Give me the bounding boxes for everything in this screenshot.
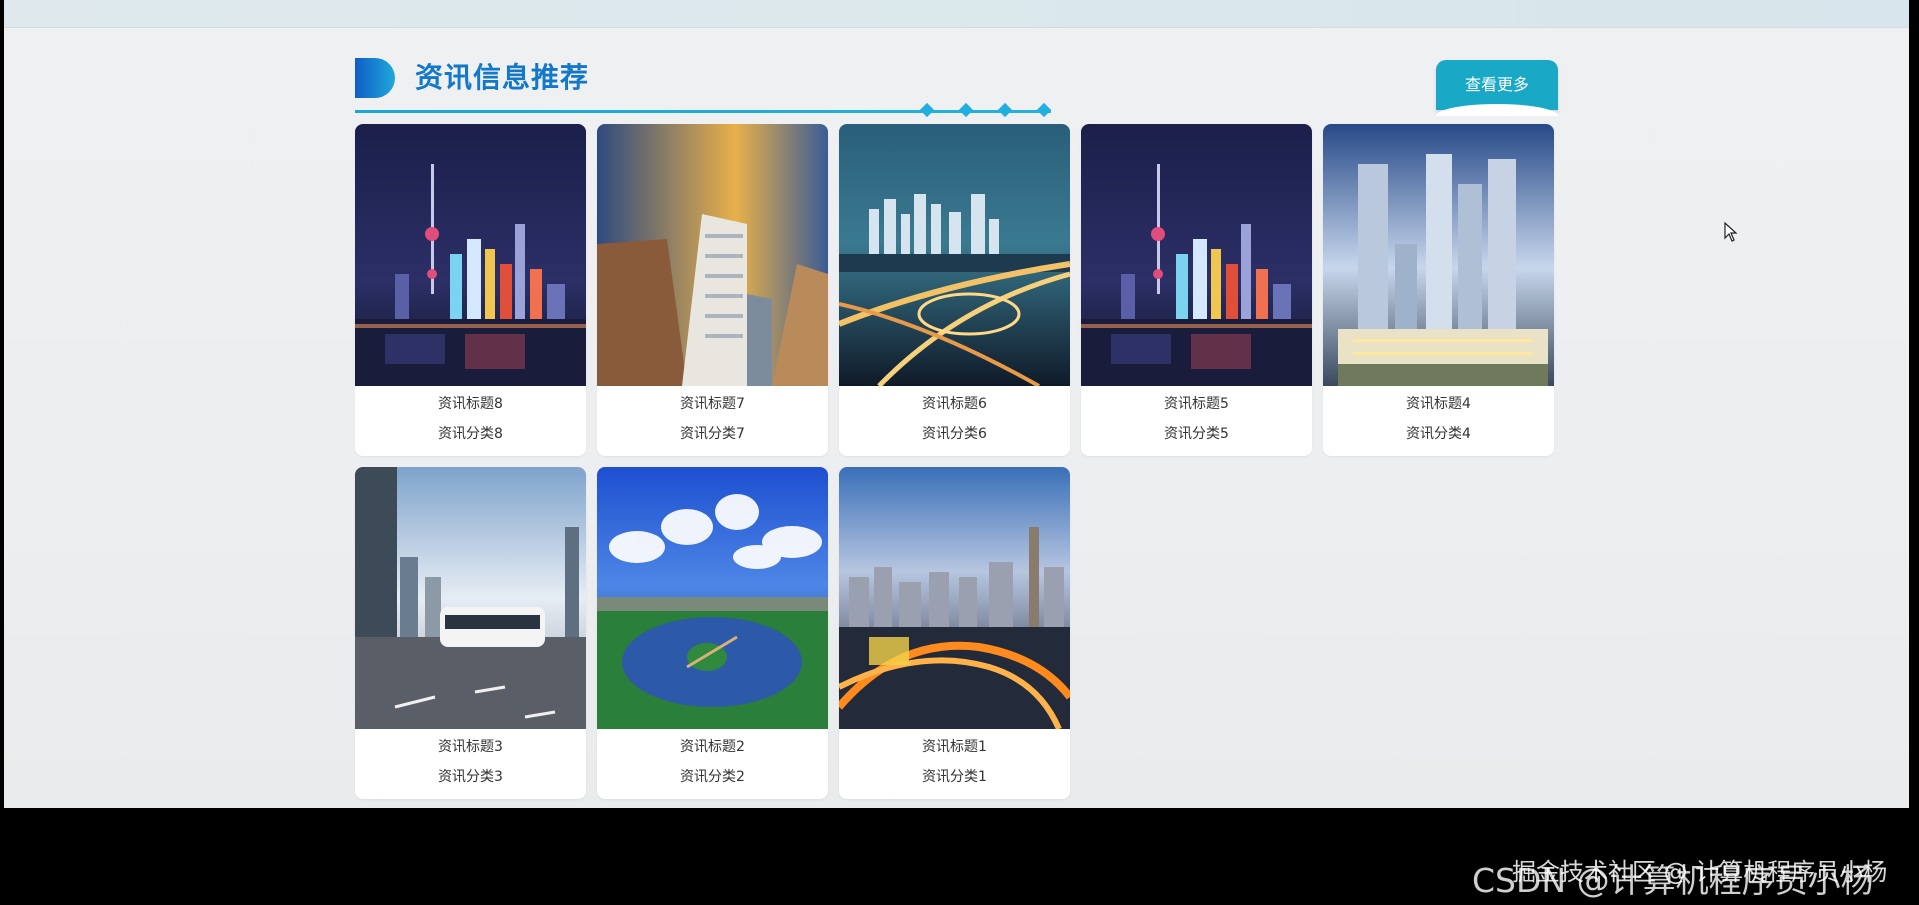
watermark-overlay: 掘金技术社区 @ 计算机程序员小杨 [1512,858,1888,886]
news-title[interactable]: 资讯标题7 [597,393,828,413]
view-more-label: 查看更多 [1464,75,1529,94]
title-decoration-icon [355,58,395,98]
news-title[interactable]: 资讯标题1 [839,736,1070,756]
news-title[interactable]: 资讯标题6 [839,393,1070,413]
news-thumbnail[interactable] [355,124,586,386]
news-card[interactable]: 资讯标题3 资讯分类3 [355,467,586,799]
section-title: 资讯信息推荐 [415,61,590,94]
news-title[interactable]: 资讯标题8 [355,393,586,413]
diamond-decoration [919,102,935,118]
news-thumbnail[interactable] [597,124,828,386]
news-category: 资讯分类4 [1406,426,1471,442]
news-card[interactable]: 资讯标题2 资讯分类2 [597,467,828,799]
news-category: 资讯分类1 [922,769,987,785]
news-category: 资讯分类3 [438,769,503,785]
section-header: 资讯信息推荐 查看更多 [355,55,1558,118]
news-category: 资讯分类5 [1164,426,1229,442]
news-card[interactable]: 资讯标题1 资讯分类1 [839,467,1070,799]
news-thumbnail[interactable] [1323,124,1554,386]
news-card[interactable]: 资讯标题7 资讯分类7 [597,124,828,456]
news-title[interactable]: 资讯标题5 [1081,393,1312,413]
news-thumbnail[interactable] [839,124,1070,386]
title-underline [355,110,1051,113]
news-title[interactable]: 资讯标题3 [355,736,586,756]
news-grid: 资讯标题8 资讯分类8 资讯标题7 资讯分类7 资讯标题6 资讯分类6 资讯标题… [355,124,1565,804]
news-category: 资讯分类8 [438,426,503,442]
news-thumbnail[interactable] [1081,124,1312,386]
diamond-decoration [958,102,974,118]
news-card[interactable]: 资讯标题4 资讯分类4 [1323,124,1554,456]
diamond-decoration [997,102,1013,118]
news-card[interactable]: 资讯标题8 资讯分类8 [355,124,586,456]
page: 资讯信息推荐 查看更多 资讯标题8 资讯分类8 资讯标题7 资讯分类7 资讯标题… [4,0,1909,808]
top-band [4,0,1909,28]
news-category: 资讯分类6 [922,426,987,442]
news-card[interactable]: 资讯标题5 资讯分类5 [1081,124,1312,456]
news-title[interactable]: 资讯标题2 [597,736,828,756]
mouse-cursor-icon [1724,222,1738,242]
news-thumbnail[interactable] [597,467,828,729]
news-thumbnail[interactable] [355,467,586,729]
diamond-decoration [1036,102,1052,118]
news-category: 资讯分类2 [680,769,745,785]
news-category: 资讯分类7 [680,426,745,442]
view-more-button[interactable]: 查看更多 [1436,60,1558,116]
news-thumbnail[interactable] [839,467,1070,729]
news-card[interactable]: 资讯标题6 资讯分类6 [839,124,1070,456]
news-title[interactable]: 资讯标题4 [1323,393,1554,413]
